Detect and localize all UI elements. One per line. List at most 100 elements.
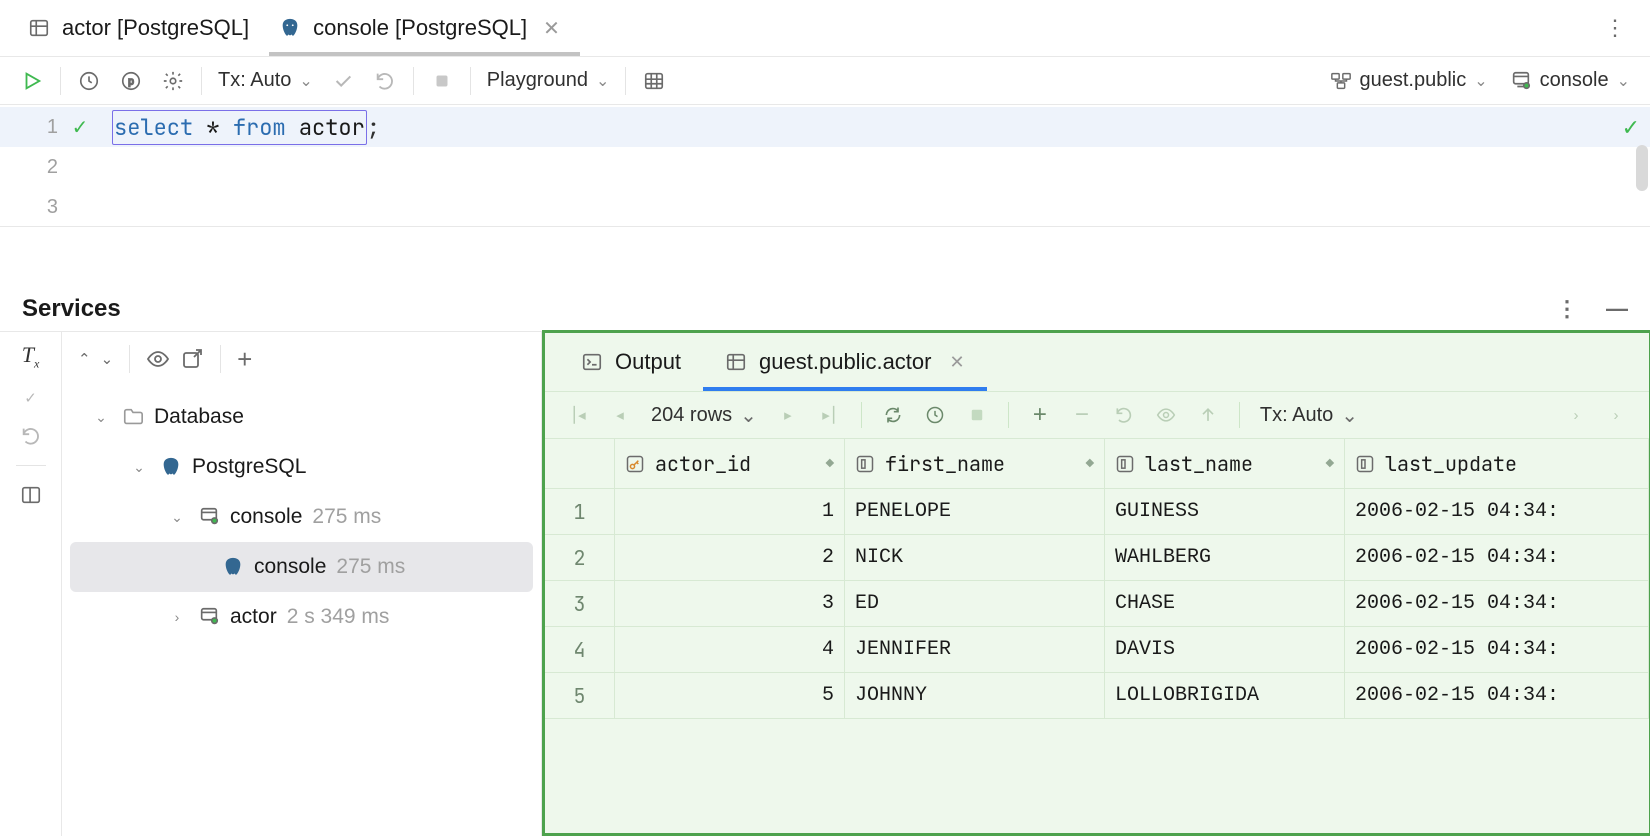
submit-icon[interactable] [1191, 398, 1225, 432]
cell[interactable]: DAVIS [1105, 627, 1345, 672]
sort-icon[interactable]: ◆ [1086, 455, 1094, 473]
row-header[interactable] [545, 439, 615, 488]
playground-selector[interactable]: Playground ⌄ [481, 69, 616, 92]
collapse-down-icon[interactable]: ⌄ [101, 350, 114, 368]
session-selector[interactable]: console ⌄ [1504, 69, 1636, 92]
refresh-icon[interactable] [876, 398, 910, 432]
layout-icon[interactable] [20, 484, 42, 506]
cell[interactable]: 2 [615, 535, 845, 580]
delete-row-icon[interactable]: − [1065, 398, 1099, 432]
new-window-icon[interactable] [180, 347, 204, 371]
more-icon[interactable]: ⋮ [1556, 296, 1578, 322]
explain-icon[interactable]: p [113, 63, 149, 99]
column-header[interactable]: actor_id ◆ [615, 439, 845, 488]
commit-icon[interactable]: ✓ [24, 389, 37, 407]
tx-icon[interactable]: Tx [22, 342, 40, 371]
cell[interactable]: PENELOPE [845, 489, 1105, 534]
tree-node-console-child[interactable]: console 275 ms [70, 542, 533, 592]
column-header[interactable]: last_name ◆ [1105, 439, 1345, 488]
cell[interactable]: 5 [615, 673, 845, 718]
scrollbar[interactable] [1636, 145, 1648, 191]
rollback-icon[interactable] [20, 425, 42, 447]
auto-refresh-icon[interactable] [918, 398, 952, 432]
tree-node-actor[interactable]: › actor 2 s 349 ms [62, 592, 541, 642]
tab-actor[interactable]: actor [PostgreSQL] [18, 0, 269, 56]
table-row[interactable]: 44JENNIFERDAVIS2006-02-15 04:34: [545, 627, 1649, 673]
result-tx-mode[interactable]: Tx: Auto ⌄ [1254, 403, 1364, 428]
minimize-icon[interactable]: — [1606, 296, 1628, 322]
rollback-button[interactable] [367, 63, 403, 99]
scroll-right-icon[interactable]: › [1599, 398, 1633, 432]
cell[interactable]: LOLLOBRIGIDA [1105, 673, 1345, 718]
cell[interactable]: JOHNNY [845, 673, 1105, 718]
tree-node-postgresql[interactable]: ⌄ PostgreSQL [62, 442, 541, 492]
stop-button[interactable] [424, 63, 460, 99]
cell[interactable]: 2006-02-15 04:34: [1345, 489, 1649, 534]
code-line[interactable]: select * from actor ; [104, 107, 1650, 147]
cell[interactable]: NICK [845, 535, 1105, 580]
cell[interactable]: GUINESS [1105, 489, 1345, 534]
page-prev-icon[interactable]: ◂ [603, 398, 637, 432]
cell[interactable]: 3 [615, 581, 845, 626]
tree-node-console[interactable]: ⌄ console 275 ms [62, 492, 541, 542]
row-index[interactable]: 5 [545, 673, 615, 718]
tree-node-database[interactable]: ⌄ Database [62, 392, 541, 442]
table-row[interactable]: 11PENELOPEGUINESS2006-02-15 04:34: [545, 489, 1649, 535]
cell[interactable]: JENNIFER [845, 627, 1105, 672]
gutter-line[interactable]: 3 [0, 187, 104, 227]
run-button[interactable] [14, 63, 50, 99]
close-icon[interactable]: ✕ [543, 16, 560, 41]
page-next-icon[interactable]: ▸ [771, 398, 805, 432]
cell[interactable]: WAHLBERG [1105, 535, 1345, 580]
cell[interactable]: 1 [615, 489, 845, 534]
settings-icon[interactable] [155, 63, 191, 99]
gutter-line[interactable]: 2 [0, 147, 104, 187]
scroll-left-icon[interactable]: › [1559, 398, 1593, 432]
result-tab-output[interactable]: Output [559, 333, 703, 391]
row-count-selector[interactable]: 204 rows ⌄ [645, 403, 763, 428]
inline-run-check-icon[interactable]: ✓ [1622, 115, 1640, 141]
gutter-line[interactable]: 1 ✓ [0, 107, 104, 147]
cell[interactable]: CHASE [1105, 581, 1345, 626]
keyword: from [233, 113, 286, 142]
row-index[interactable]: 1 [545, 489, 615, 534]
history-icon[interactable] [71, 63, 107, 99]
eye-icon[interactable] [146, 347, 170, 371]
row-index[interactable]: 2 [545, 535, 615, 580]
row-index[interactable]: 4 [545, 627, 615, 672]
column-header[interactable]: first_name ◆ [845, 439, 1105, 488]
close-icon[interactable]: ✕ [949, 352, 964, 373]
expand-up-icon[interactable]: ⌃ [78, 350, 91, 368]
column-header[interactable]: last_update [1345, 439, 1649, 488]
result-tab-data[interactable]: guest.public.actor ✕ [703, 333, 987, 391]
table-row[interactable]: 33EDCHASE2006-02-15 04:34: [545, 581, 1649, 627]
page-first-icon[interactable]: ⎮◂ [561, 398, 595, 432]
preview-icon[interactable] [1149, 398, 1183, 432]
revert-icon[interactable] [1107, 398, 1141, 432]
table-row[interactable]: 22NICKWAHLBERG2006-02-15 04:34: [545, 535, 1649, 581]
cell[interactable]: 2006-02-15 04:34: [1345, 535, 1649, 580]
cell[interactable]: 2006-02-15 04:34: [1345, 627, 1649, 672]
key-column-icon [625, 454, 645, 474]
cell[interactable]: 2006-02-15 04:34: [1345, 673, 1649, 718]
tab-console[interactable]: console [PostgreSQL] ✕ [269, 0, 580, 56]
add-icon[interactable]: + [237, 344, 252, 375]
commit-button[interactable] [325, 63, 361, 99]
cell[interactable]: 4 [615, 627, 845, 672]
row-index[interactable]: 3 [545, 581, 615, 626]
add-row-icon[interactable]: + [1023, 398, 1057, 432]
stop-icon[interactable] [960, 398, 994, 432]
cell[interactable]: 2006-02-15 04:34: [1345, 581, 1649, 626]
sort-icon[interactable]: ◆ [826, 455, 834, 473]
results-pane: Output guest.public.actor ✕ ⎮◂ ◂ 204 row… [542, 332, 1650, 836]
more-tabs[interactable]: ⋮ [1580, 15, 1650, 41]
data-grid-icon[interactable] [636, 63, 672, 99]
table-row[interactable]: 55JOHNNYLOLLOBRIGIDA2006-02-15 04:34: [545, 673, 1649, 719]
page-last-icon[interactable]: ▸⎮ [813, 398, 847, 432]
tx-mode-selector[interactable]: Tx: Auto ⌄ [212, 69, 319, 92]
keyword: select [114, 113, 193, 142]
cell[interactable]: ED [845, 581, 1105, 626]
schema-selector[interactable]: guest.public ⌄ [1324, 69, 1494, 92]
sort-icon[interactable]: ◆ [1326, 455, 1334, 473]
sql-editor[interactable]: 1 ✓ 2 3 select * from actor ; ✓ [0, 105, 1650, 227]
